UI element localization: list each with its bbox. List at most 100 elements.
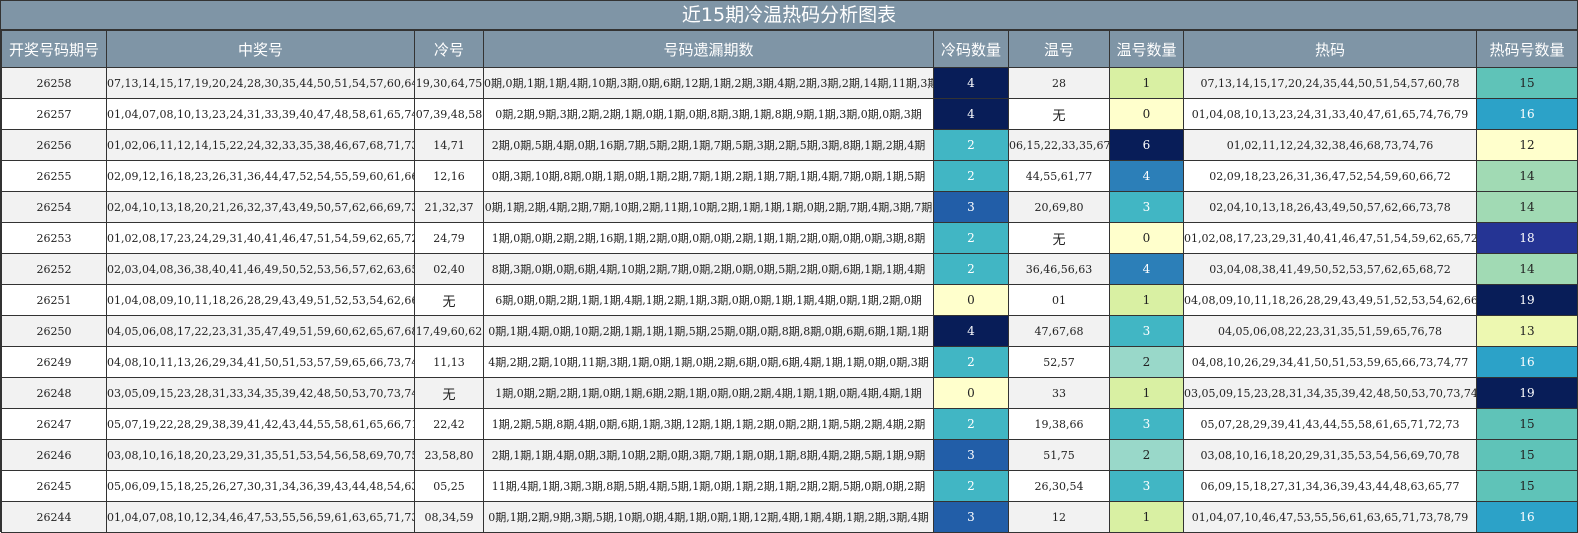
warm-count-cell: 0 — [1109, 222, 1184, 254]
hot-count-cell: 18 — [1476, 222, 1578, 254]
hot-numbers-cell: 03,05,09,15,23,28,31,34,35,39,42,48,50,5… — [1183, 377, 1477, 409]
miss-periods-cell: 2期,0期,5期,4期,0期,16期,7期,5期,2期,1期,7期,5期,3期,… — [483, 129, 934, 161]
winning-numbers-cell: 07,13,14,15,17,19,20,24,28,30,35,44,50,5… — [106, 67, 415, 99]
winning-numbers-cell: 05,07,19,22,28,29,38,39,41,42,43,44,55,5… — [106, 408, 415, 440]
warm-numbers-cell: 33 — [1008, 377, 1110, 409]
issue-cell: 26247 — [1, 408, 107, 440]
issue-cell: 26253 — [1, 222, 107, 254]
cold-count-cell: 3 — [933, 191, 1009, 223]
issue-cell: 26258 — [1, 67, 107, 99]
warm-numbers-cell: 01 — [1008, 284, 1110, 316]
warm-numbers-cell: 36,46,56,63 — [1008, 253, 1110, 285]
warm-count-cell: 1 — [1109, 501, 1184, 533]
warm-numbers-cell: 51,75 — [1008, 439, 1110, 471]
issue-cell: 26251 — [1, 284, 107, 316]
table-title: 近15期冷温热码分析图表 — [1, 1, 1577, 30]
cold-count-cell: 4 — [933, 67, 1009, 99]
warm-numbers-cell: 无 — [1008, 98, 1110, 130]
col-header-miss-periods: 号码遗漏期数 — [483, 30, 934, 68]
winning-numbers-cell: 03,05,09,15,23,28,31,33,34,35,39,42,48,5… — [106, 377, 415, 409]
col-header-cold-numbers: 冷号 — [414, 30, 484, 68]
miss-periods-cell: 0期,2期,9期,3期,2期,2期,1期,0期,1期,0期,8期,3期,1期,8… — [483, 98, 934, 130]
table-row: 26252 02,03,04,08,36,38,40,41,46,49,50,52… — [1, 253, 1578, 285]
table-row: 26254 02,04,10,13,18,20,21,26,32,37,43,49… — [1, 191, 1578, 223]
winning-numbers-cell: 02,09,12,16,18,23,26,31,36,44,47,52,54,5… — [106, 160, 415, 192]
hot-count-cell: 14 — [1476, 160, 1578, 192]
hot-numbers-cell: 04,08,10,26,29,34,41,50,51,53,59,65,66,7… — [1183, 346, 1477, 378]
miss-periods-cell: 6期,0期,0期,2期,1期,1期,4期,1期,2期,1期,3期,0期,0期,1… — [483, 284, 934, 316]
miss-periods-cell: 11期,4期,1期,3期,3期,8期,5期,4期,5期,1期,0期,1期,2期,… — [483, 470, 934, 502]
warm-count-cell: 6 — [1109, 129, 1184, 161]
hot-count-cell: 15 — [1476, 67, 1578, 99]
cold-count-cell: 2 — [933, 253, 1009, 285]
cold-numbers-cell: 02,40 — [414, 253, 484, 285]
cold-count-cell: 2 — [933, 222, 1009, 254]
hot-count-cell: 15 — [1476, 470, 1578, 502]
analysis-table-panel: 近15期冷温热码分析图表 开奖号码期号 中奖号 冷号 号码遗漏期数 冷码数量 温… — [0, 0, 1578, 533]
hot-count-cell: 15 — [1476, 408, 1578, 440]
miss-periods-cell: 1期,0期,0期,2期,2期,16期,1期,2期,0期,0期,0期,2期,1期,… — [483, 222, 934, 254]
winning-numbers-cell: 02,04,10,13,18,20,21,26,32,37,43,49,50,5… — [106, 191, 415, 223]
cold-count-cell: 4 — [933, 98, 1009, 130]
winning-numbers-cell: 04,05,06,08,17,22,23,31,35,47,49,51,59,6… — [106, 315, 415, 347]
hot-count-cell: 16 — [1476, 98, 1578, 130]
col-header-issue: 开奖号码期号 — [1, 30, 107, 68]
hot-count-cell: 16 — [1476, 501, 1578, 533]
col-header-warm-count: 温号数量 — [1109, 30, 1184, 68]
warm-count-cell: 4 — [1109, 160, 1184, 192]
winning-numbers-cell: 03,08,10,16,18,20,23,29,31,35,51,53,54,5… — [106, 439, 415, 471]
miss-periods-cell: 0期,3期,10期,8期,0期,1期,0期,1期,2期,7期,1期,2期,1期,… — [483, 160, 934, 192]
hot-numbers-cell: 01,04,07,10,46,47,53,55,56,61,63,65,71,7… — [1183, 501, 1477, 533]
hot-numbers-cell: 07,13,14,15,17,20,24,35,44,50,51,54,57,6… — [1183, 67, 1477, 99]
miss-periods-cell: 0期,1期,4期,0期,10期,2期,1期,1期,1期,5期,25期,0期,0期… — [483, 315, 934, 347]
hot-count-cell: 19 — [1476, 284, 1578, 316]
cold-numbers-cell: 08,34,59 — [414, 501, 484, 533]
miss-periods-cell: 1期,2期,5期,8期,4期,0期,6期,1期,3期,12期,1期,1期,2期,… — [483, 408, 934, 440]
warm-numbers-cell: 26,30,54 — [1008, 470, 1110, 502]
warm-count-cell: 2 — [1109, 346, 1184, 378]
hot-numbers-cell: 03,04,08,38,41,49,50,52,53,57,62,65,68,7… — [1183, 253, 1477, 285]
warm-count-cell: 4 — [1109, 253, 1184, 285]
cold-numbers-cell: 05,25 — [414, 470, 484, 502]
cold-count-cell: 0 — [933, 377, 1009, 409]
miss-periods-cell: 0期,1期,2期,9期,3期,5期,10期,0期,4期,1期,0期,1期,12期… — [483, 501, 934, 533]
analysis-table: 开奖号码期号 中奖号 冷号 号码遗漏期数 冷码数量 温号 温号数量 热码 热码号… — [1, 30, 1578, 533]
header-row: 开奖号码期号 中奖号 冷号 号码遗漏期数 冷码数量 温号 温号数量 热码 热码号… — [1, 30, 1578, 68]
winning-numbers-cell: 05,06,09,15,18,25,26,27,30,31,34,36,39,4… — [106, 470, 415, 502]
hot-numbers-cell: 01,04,08,10,13,23,24,31,33,40,47,61,65,7… — [1183, 98, 1477, 130]
col-header-hot-numbers: 热码 — [1183, 30, 1477, 68]
cold-numbers-cell: 11,13 — [414, 346, 484, 378]
miss-periods-cell: 8期,3期,0期,0期,6期,4期,10期,2期,7期,0期,2期,0期,0期,… — [483, 253, 934, 285]
cold-count-cell: 3 — [933, 501, 1009, 533]
issue-cell: 26248 — [1, 377, 107, 409]
table-row: 26250 04,05,06,08,17,22,23,31,35,47,49,51… — [1, 315, 1578, 347]
miss-periods-cell: 0期,0期,1期,1期,4期,10期,3期,0期,6期,12期,1期,2期,3期… — [483, 67, 934, 99]
issue-cell: 26244 — [1, 501, 107, 533]
warm-count-cell: 3 — [1109, 191, 1184, 223]
winning-numbers-cell: 04,08,10,11,13,26,29,34,41,50,51,53,57,5… — [106, 346, 415, 378]
cold-numbers-cell: 22,42 — [414, 408, 484, 440]
table-row: 26251 01,04,08,09,10,11,18,26,28,29,43,49… — [1, 284, 1578, 316]
cold-numbers-cell: 14,71 — [414, 129, 484, 161]
hot-count-cell: 12 — [1476, 129, 1578, 161]
issue-cell: 26245 — [1, 470, 107, 502]
cold-numbers-cell: 24,79 — [414, 222, 484, 254]
issue-cell: 26246 — [1, 439, 107, 471]
winning-numbers-cell: 01,04,07,08,10,13,23,24,31,33,39,40,47,4… — [106, 98, 415, 130]
issue-cell: 26254 — [1, 191, 107, 223]
warm-numbers-cell: 12 — [1008, 501, 1110, 533]
hot-numbers-cell: 03,08,10,16,18,20,29,31,35,53,54,56,69,7… — [1183, 439, 1477, 471]
cold-count-cell: 4 — [933, 315, 1009, 347]
cold-count-cell: 2 — [933, 129, 1009, 161]
table-row: 26248 03,05,09,15,23,28,31,33,34,35,39,42… — [1, 377, 1578, 409]
col-header-hot-count: 热码号数量 — [1476, 30, 1578, 68]
table-row: 26245 05,06,09,15,18,25,26,27,30,31,34,36… — [1, 470, 1578, 502]
hot-numbers-cell: 04,05,06,08,22,23,31,35,51,59,65,76,78 — [1183, 315, 1477, 347]
cold-numbers-cell: 21,32,37 — [414, 191, 484, 223]
cold-numbers-cell: 17,49,60,62 — [414, 315, 484, 347]
issue-cell: 26250 — [1, 315, 107, 347]
issue-cell: 26249 — [1, 346, 107, 378]
cold-numbers-cell: 无 — [414, 377, 484, 409]
cold-count-cell: 2 — [933, 470, 1009, 502]
warm-numbers-cell: 52,57 — [1008, 346, 1110, 378]
